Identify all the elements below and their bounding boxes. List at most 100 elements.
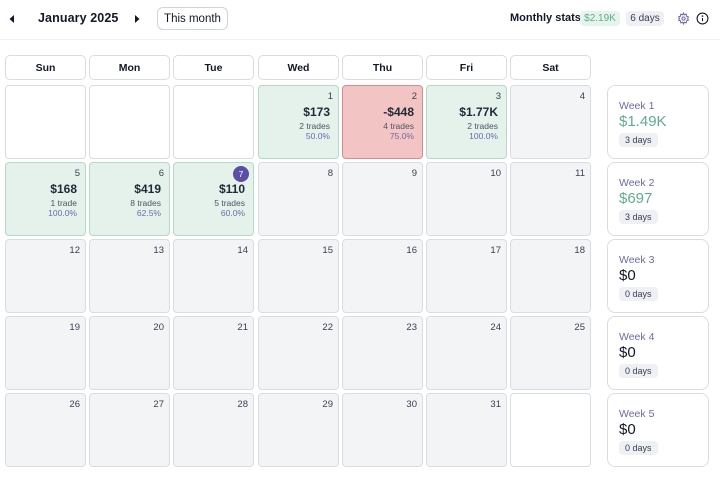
day-number: 26 [69, 399, 80, 410]
weekday-sat: Sat [510, 55, 591, 80]
weekday-fri: Fri [426, 55, 507, 80]
weekday-tue: Tue [173, 55, 254, 80]
day-cell-25[interactable]: 25 [510, 316, 591, 390]
day-win-rate: 50.0% [305, 131, 330, 141]
day-number: 3 [495, 91, 501, 102]
day-cell-6[interactable]: 6 $419 8 trades 62.5% [89, 162, 170, 236]
day-cell-10[interactable]: 10 [426, 162, 507, 236]
day-cell-28[interactable]: 28 [173, 393, 254, 467]
monthly-days-badge: 6 days [626, 11, 664, 26]
day-win-rate: 75.0% [389, 131, 414, 141]
day-trades: 2 trades [299, 121, 330, 131]
day-cell-15[interactable]: 15 [258, 239, 339, 313]
day-cell-26[interactable]: 26 [5, 393, 86, 467]
day-cell-27[interactable]: 27 [89, 393, 170, 467]
day-pnl: $1.77K [459, 105, 498, 119]
day-number: 22 [322, 322, 333, 333]
day-cell-4[interactable]: 4 [510, 85, 591, 159]
day-number: 8 [327, 168, 333, 179]
week-summary-4[interactable]: Week 4 $0 0 days [607, 316, 709, 390]
day-number: 12 [69, 245, 80, 256]
week-pnl: $697 [619, 190, 653, 207]
day-cell-8[interactable]: 8 [258, 162, 339, 236]
day-cell-17[interactable]: 17 [426, 239, 507, 313]
day-cell-30[interactable]: 30 [342, 393, 423, 467]
day-win-rate: 60.0% [220, 208, 245, 218]
day-number: 1 [327, 91, 333, 102]
day-number: 18 [574, 245, 585, 256]
week-summary-3[interactable]: Week 3 $0 0 days [607, 239, 709, 313]
day-trades: 4 trades [383, 121, 414, 131]
month-title: January 2025 [38, 11, 119, 25]
day-number: 11 [575, 168, 585, 179]
week-days-badge: 0 days [619, 364, 658, 378]
day-number: 17 [490, 245, 501, 256]
day-pnl: $419 [134, 182, 161, 196]
day-pnl: $168 [50, 182, 77, 196]
day-number: 21 [237, 322, 248, 333]
chevron-right-icon[interactable] [128, 10, 146, 28]
day-cell-18[interactable]: 18 [510, 239, 591, 313]
day-number: 23 [406, 322, 417, 333]
day-number: 30 [406, 399, 417, 410]
day-cell-14[interactable]: 14 [173, 239, 254, 313]
day-cell-9[interactable]: 9 [342, 162, 423, 236]
gear-icon[interactable] [676, 11, 691, 26]
weekday-sun: Sun [5, 55, 86, 80]
day-cell-31[interactable]: 31 [426, 393, 507, 467]
day-cell-1[interactable]: 1 $173 2 trades 50.0% [258, 85, 339, 159]
this-month-button[interactable]: This month [157, 7, 228, 30]
weekday-mon: Mon [89, 55, 170, 80]
day-cell-24[interactable]: 24 [426, 316, 507, 390]
day-cell-19[interactable]: 19 [5, 316, 86, 390]
day-cell-29[interactable]: 29 [258, 393, 339, 467]
day-cell-12[interactable]: 12 [5, 239, 86, 313]
week-pnl: $0 [619, 344, 636, 361]
day-cell-21[interactable]: 21 [173, 316, 254, 390]
week-days-badge: 0 days [619, 287, 658, 301]
week-label: Week 4 [619, 331, 655, 343]
week-summary-5[interactable]: Week 5 $0 0 days [607, 393, 709, 467]
week-days-badge: 3 days [619, 210, 658, 224]
day-number: 2 [411, 91, 417, 102]
day-trades: 1 trade [50, 198, 77, 208]
chevron-left-icon[interactable] [3, 10, 21, 28]
day-cell-20[interactable]: 20 [89, 316, 170, 390]
day-cell-13[interactable]: 13 [89, 239, 170, 313]
week-pnl: $0 [619, 267, 636, 284]
weekday-thu: Thu [342, 55, 423, 80]
day-cell-23[interactable]: 23 [342, 316, 423, 390]
day-cell-3[interactable]: 3 $1.77K 2 trades 100.0% [426, 85, 507, 159]
week-pnl: $0 [619, 421, 636, 438]
week-label: Week 3 [619, 254, 655, 266]
day-number: 13 [153, 245, 164, 256]
day-cell-11[interactable]: 11 [510, 162, 591, 236]
info-icon[interactable] [695, 11, 710, 26]
day-number: 15 [322, 245, 333, 256]
day-cell-empty [173, 85, 254, 159]
day-pnl: -$448 [383, 105, 414, 119]
day-cell-empty [510, 393, 591, 467]
day-number: 9 [411, 168, 417, 179]
week-days-badge: 3 days [619, 133, 658, 147]
day-cell-5[interactable]: 5 $168 1 trade 100.0% [5, 162, 86, 236]
day-pnl: $173 [303, 105, 330, 119]
day-cell-2[interactable]: 2 -$448 4 trades 75.0% [342, 85, 423, 159]
day-number: 29 [322, 399, 333, 410]
day-number: 27 [153, 399, 164, 410]
day-cell-7[interactable]: 7 $110 5 trades 60.0% [173, 162, 254, 236]
day-win-rate: 62.5% [136, 208, 161, 218]
day-number: 5 [74, 168, 80, 179]
monthly-pnl-badge: $2.19K [580, 11, 620, 26]
day-win-rate: 100.0% [48, 208, 77, 218]
week-summary-2[interactable]: Week 2 $697 3 days [607, 162, 709, 236]
day-cell-16[interactable]: 16 [342, 239, 423, 313]
monthly-stats-label: Monthly stats: [510, 12, 585, 24]
day-number: 28 [237, 399, 248, 410]
day-number: 10 [490, 168, 501, 179]
calendar-toolbar: January 2025 This month Monthly stats: $… [0, 0, 720, 40]
week-label: Week 1 [619, 100, 655, 112]
week-summary-1[interactable]: Week 1 $1.49K 3 days [607, 85, 709, 159]
day-number: 19 [69, 322, 80, 333]
day-cell-22[interactable]: 22 [258, 316, 339, 390]
